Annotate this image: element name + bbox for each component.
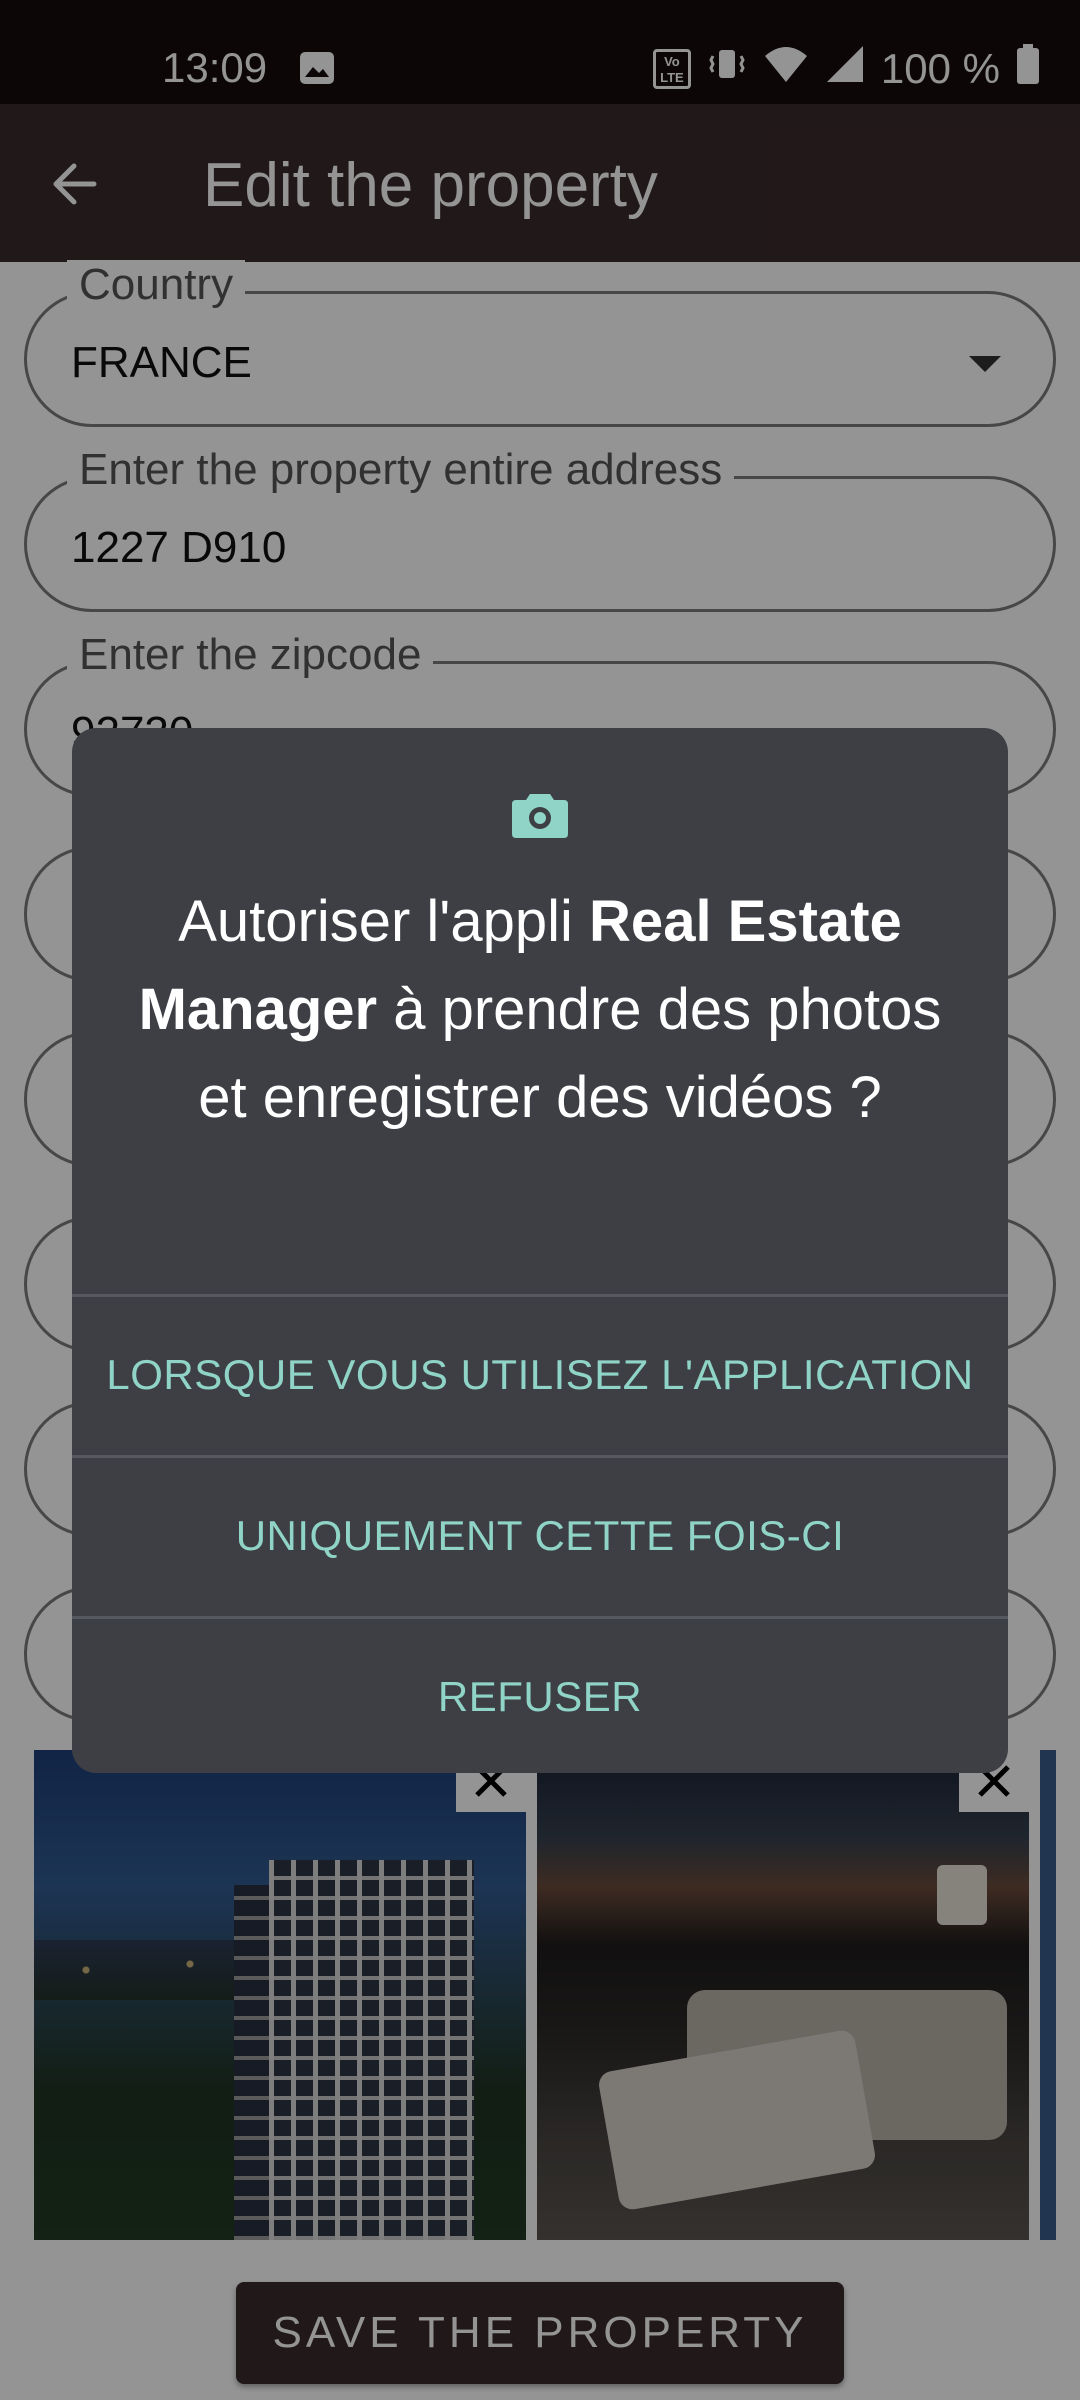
deny-button[interactable]: REFUSER [72,1616,1008,1773]
dialog-message-prefix: Autoriser l'appli [178,889,590,954]
permission-dialog: Autoriser l'appli Real Estate Manager à … [72,728,1008,1773]
allow-while-using-button[interactable]: LORSQUE VOUS UTILISEZ L'APPLICATION [72,1294,1008,1452]
allow-once-button[interactable]: UNIQUEMENT CETTE FOIS-CI [72,1455,1008,1613]
camera-icon [508,784,572,848]
dialog-message: Autoriser l'appli Real Estate Manager à … [112,878,968,1142]
